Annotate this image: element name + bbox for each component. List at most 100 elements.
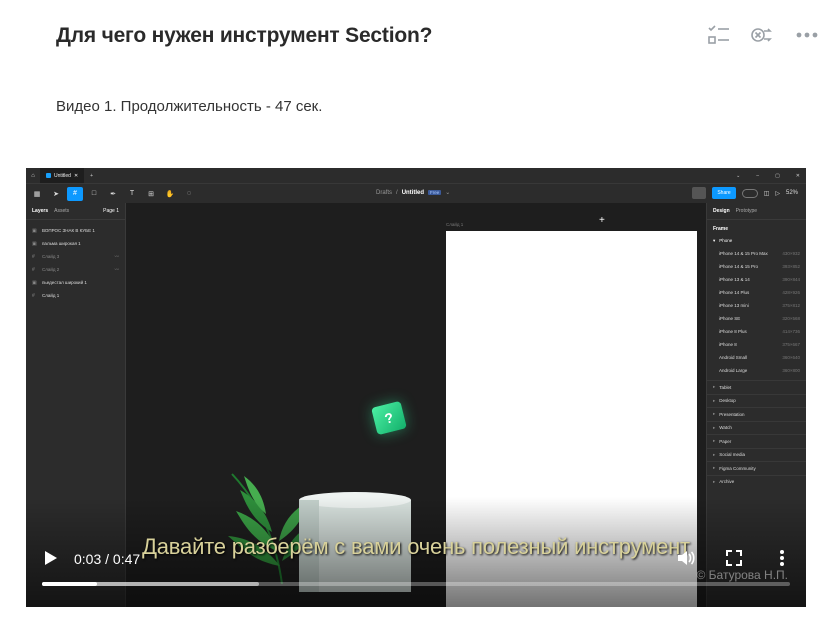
close-window-icon: ✕ <box>795 172 800 179</box>
resources-icon: ⊞ <box>148 190 154 198</box>
volume-button[interactable] <box>676 548 696 568</box>
shuffle-cross-icon[interactable] <box>750 22 776 48</box>
close-tab-icon: ✕ <box>73 172 79 179</box>
preset-category: ▸ Figma Community <box>707 461 806 475</box>
layer-row: ▣ пальма широкая 1 <box>26 237 125 250</box>
layer-name: Слайд 1 <box>42 293 60 298</box>
layer-type-icon: ▣ <box>32 240 37 247</box>
figma-titlebar: ⌂ Untitled ✕ + ⌄ – ▢ ✕ <box>26 168 806 183</box>
layers-panel-tabs: Layers Assets Page 1 <box>26 203 125 220</box>
move-tool-icon: ➤ <box>53 190 59 198</box>
phone-preset: iPhone SE 320×568 <box>707 312 806 325</box>
figma-tab-title: Untitled <box>54 172 71 179</box>
play-button[interactable] <box>40 548 60 568</box>
phone-preset: iPhone 14 & 15 Pro 393×852 <box>707 260 806 273</box>
chevron-right-icon: ▸ <box>713 424 716 430</box>
figma-toolbar-right: Share ◫ ▷ 52% <box>692 187 798 199</box>
preset-size: 360×640 <box>782 355 800 360</box>
chevron-right-icon: ▸ <box>713 384 716 390</box>
phone-preset: iPhone 14 & 15 Pro Max 430×932 <box>707 247 806 260</box>
phone-preset: iPhone 13 & 14 390×844 <box>707 273 806 286</box>
layer-type-icon: ▣ <box>32 279 37 286</box>
category-label: Desktop <box>719 398 736 404</box>
preset-size: 375×667 <box>782 342 800 347</box>
category-label: Watch <box>719 425 732 431</box>
file-name: Untitled <box>401 189 425 196</box>
avatar <box>692 187 707 199</box>
chevron-right-icon: ▸ <box>713 465 716 471</box>
preset-category: ▸ Presentation <box>707 407 806 421</box>
preset-size: 320×568 <box>782 316 800 321</box>
preset-category-list: ▸ Tablet ▸ Desktop ▸ Presentation ▸ Watch ▸ Paper… <box>707 380 806 488</box>
minimize-icon: – <box>756 172 760 179</box>
layer-name: пальма широкая 1 <box>42 241 81 246</box>
crosshair-cursor-icon: + <box>599 215 605 226</box>
preset-name: Android Large <box>719 368 748 373</box>
design-panel-tabs: Design Prototype <box>707 203 806 220</box>
chevron-right-icon: ▸ <box>713 478 716 484</box>
checklist-icon[interactable] <box>706 22 732 48</box>
progress-bar[interactable] <box>42 582 790 586</box>
preset-category: ▸ Social media <box>707 447 806 462</box>
fullscreen-button[interactable] <box>724 548 744 568</box>
chevron-right-icon: ▸ <box>713 451 716 457</box>
layer-badge-icon: 〰 <box>114 266 120 272</box>
figma-toolbar: ▦ ➤ # □ ✒ T ⊞ ✋ ◌ Drafts / Untitled Free… <box>26 183 806 203</box>
layer-row: ▣ ВОПРОС ЗНАК В КУБЕ 1 <box>26 224 125 237</box>
frame-presets-heading: Frame <box>713 226 729 232</box>
new-tab-icon: + <box>90 172 94 179</box>
comment-tool-icon: ◌ <box>186 190 192 197</box>
phone-preset: Android Small 360×640 <box>707 351 806 364</box>
preset-size: 390×844 <box>782 277 800 282</box>
preset-name: iPhone 14 Plus <box>719 290 750 295</box>
category-label: Paper <box>719 438 732 444</box>
layer-row: # Слайд 3 〰 <box>26 250 125 263</box>
figma-breadcrumb: Drafts / Untitled Free ⌄ <box>376 189 451 197</box>
plan-badge: Free <box>428 190 442 195</box>
chevron-down-icon: ▾ <box>713 238 716 243</box>
phone-preset: iPhone 13 mini 375×812 <box>707 299 806 312</box>
preset-category: ▸ Watch <box>707 420 806 435</box>
figma-file-icon <box>46 173 51 178</box>
preset-name: iPhone SE <box>719 316 741 321</box>
more-icon[interactable] <box>794 22 820 48</box>
file-menu-chevron-icon: ⌄ <box>445 190 451 196</box>
breadcrumb-separator: / <box>396 189 398 196</box>
pen-tool-icon: ✒ <box>110 190 116 198</box>
preset-name: iPhone 8 <box>719 342 737 347</box>
preset-category: ▸ Tablet <box>707 380 806 394</box>
layer-type-icon: # <box>32 253 35 260</box>
figma-file-tab: Untitled ✕ <box>40 168 85 183</box>
chevron-down-icon: ⌄ <box>736 172 741 179</box>
layer-name: Слайд 3 <box>42 254 60 259</box>
layer-type-icon: # <box>32 292 35 299</box>
layer-badge-icon: 〰 <box>114 253 120 259</box>
more-options-button[interactable] <box>772 548 792 568</box>
preset-size: 414×736 <box>782 329 800 334</box>
time-display: 0:03 / 0:47 <box>74 551 141 567</box>
text-tool-icon: T <box>129 190 135 197</box>
shape-tool-icon: □ <box>91 190 97 197</box>
lesson-title: Для чего нужен инструмент Section? <box>56 24 433 47</box>
layer-type-icon: ▣ <box>32 227 37 234</box>
volume-icon <box>678 551 695 565</box>
chevron-right-icon: ▸ <box>713 438 716 444</box>
video-player[interactable]: ⌂ Untitled ✕ + ⌄ – ▢ ✕ ▦ ➤ # □ ✒ T ⊞ ✋ ◌… <box>26 168 806 607</box>
layer-name: ВОПРОС ЗНАК В КУБЕ 1 <box>42 228 95 233</box>
phone-preset-list: iPhone 14 & 15 Pro Max 430×932 iPhone 14 &… <box>707 247 806 377</box>
hand-tool-icon: ✋ <box>165 190 175 198</box>
tab-layers: Layers <box>32 208 49 214</box>
share-button: Share <box>712 187 736 199</box>
phone-preset: iPhone 8 375×667 <box>707 338 806 351</box>
preset-size: 393×852 <box>782 264 800 269</box>
layer-row: ▣ пьедестал широкий 1 <box>26 276 125 289</box>
preset-name: Android Small <box>719 355 748 360</box>
main-menu-icon: ▦ <box>33 190 41 198</box>
layer-list: ▣ ВОПРОС ЗНАК В КУБЕ 1 ▣ пальма широкая 1 # С… <box>26 220 125 302</box>
category-label: Figma Community <box>719 465 756 471</box>
lesson-toolbar <box>706 22 820 48</box>
preset-name: iPhone 14 & 15 Pro <box>719 264 759 269</box>
tab-prototype: Prototype <box>735 208 758 214</box>
tab-design: Design <box>713 208 730 214</box>
video-caption: Видео 1. Продолжительность - 47 сек. <box>56 98 323 115</box>
